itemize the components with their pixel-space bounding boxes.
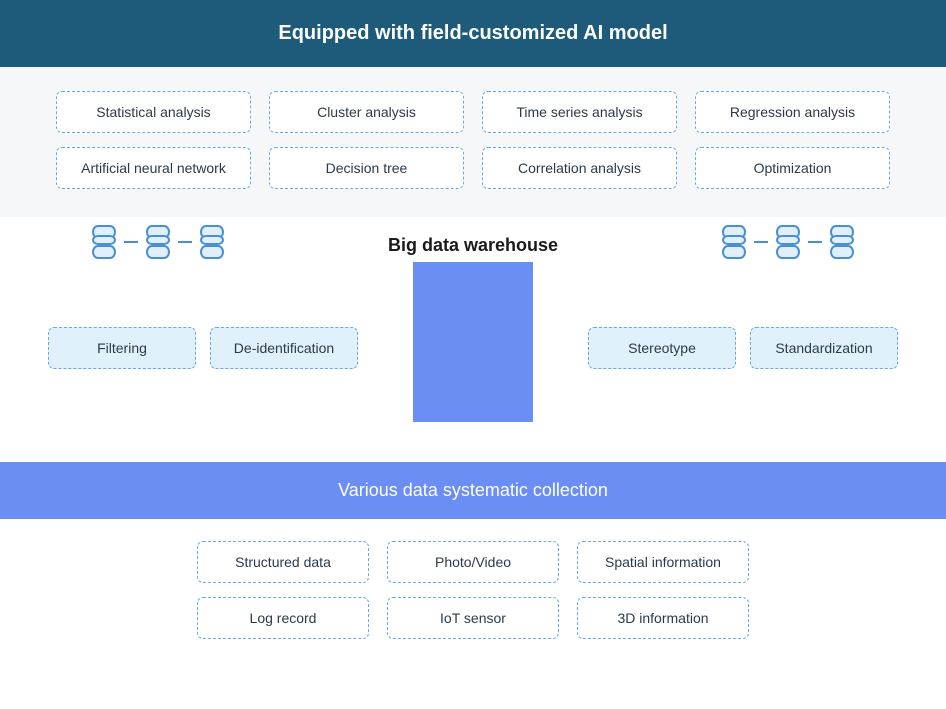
warehouse-section: Big data warehouse Filtering De-identifi… [0, 217, 946, 422]
ai-pill-regression: Regression analysis [695, 91, 890, 133]
database-icon [90, 225, 118, 259]
connector-line [124, 241, 138, 243]
connector-line [808, 241, 822, 243]
ai-pill-optimization: Optimization [695, 147, 890, 189]
process-pill-deidentification: De-identification [210, 327, 358, 369]
ai-row-2: Artificial neural network Decision tree … [56, 147, 890, 189]
header-data-collection: Various data systematic collection [0, 462, 946, 519]
db-cluster-right [720, 225, 856, 259]
data-pill-spatial: Spatial information [577, 541, 749, 583]
data-pill-log: Log record [197, 597, 369, 639]
process-right: Stereotype Standardization [588, 327, 898, 369]
ai-pill-decisiontree: Decision tree [269, 147, 464, 189]
data-row-2: Log record IoT sensor 3D information [160, 597, 786, 639]
data-row-1: Structured data Photo/Video Spatial info… [160, 541, 786, 583]
data-types-section: Structured data Photo/Video Spatial info… [0, 519, 946, 667]
ai-pill-neural: Artificial neural network [56, 147, 251, 189]
ai-pill-correlation: Correlation analysis [482, 147, 677, 189]
data-pill-iot: IoT sensor [387, 597, 559, 639]
ai-models-section: Statistical analysis Cluster analysis Ti… [0, 67, 946, 217]
ai-row-1: Statistical analysis Cluster analysis Ti… [56, 91, 890, 133]
data-pill-structured: Structured data [197, 541, 369, 583]
database-icon [144, 225, 172, 259]
process-pill-stereotype: Stereotype [588, 327, 736, 369]
database-icon [774, 225, 802, 259]
ai-pill-statistical: Statistical analysis [56, 91, 251, 133]
process-pill-standardization: Standardization [750, 327, 898, 369]
process-pill-filtering: Filtering [48, 327, 196, 369]
data-pill-3d: 3D information [577, 597, 749, 639]
ai-pill-timeseries: Time series analysis [482, 91, 677, 133]
connector-line [754, 241, 768, 243]
database-icon [720, 225, 748, 259]
database-icon [198, 225, 226, 259]
process-left: Filtering De-identification [48, 327, 358, 369]
data-pill-photovideo: Photo/Video [387, 541, 559, 583]
database-icon [828, 225, 856, 259]
db-cluster-left [90, 225, 226, 259]
ai-pill-cluster: Cluster analysis [269, 91, 464, 133]
warehouse-box [413, 262, 533, 422]
header-ai-model: Equipped with field-customized AI model [0, 0, 946, 67]
connector-line [178, 241, 192, 243]
